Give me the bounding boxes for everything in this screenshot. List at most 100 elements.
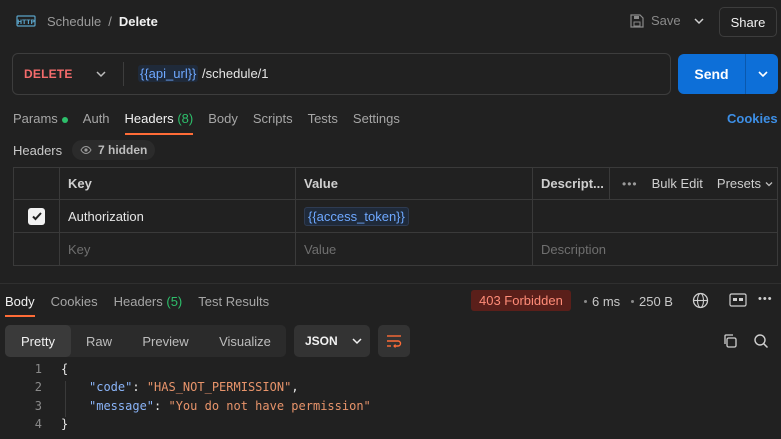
response-time[interactable]: 6 ms: [592, 294, 620, 309]
url-input[interactable]: {{api_url}} /schedule/1: [138, 65, 269, 82]
column-value: Value: [296, 168, 533, 200]
request-name[interactable]: Delete: [119, 14, 158, 29]
response-body-viewer[interactable]: 1 { 2 "code": "HAS_NOT_PERMISSION", 3 "m…: [0, 362, 781, 439]
language-label: JSON: [305, 334, 338, 348]
cookies-link[interactable]: Cookies: [727, 111, 778, 126]
response-headers-count: (5): [166, 294, 183, 309]
svg-text:HTTP: HTTP: [17, 19, 35, 26]
response-tabs: Body Cookies Headers (5) Test Results: [5, 294, 285, 317]
bulk-edit-button[interactable]: Bulk Edit: [652, 176, 703, 191]
send-divider: [745, 54, 746, 94]
json-key: "code": [89, 380, 133, 394]
response-tab-body[interactable]: Body: [5, 294, 35, 317]
format-visualize[interactable]: Visualize: [204, 325, 286, 357]
url-divider: [123, 62, 124, 86]
header-value-cell[interactable]: {{access_token}}: [296, 200, 533, 233]
wrap-icon: [387, 335, 402, 348]
checkmark-icon: [31, 212, 42, 221]
code-line: }: [61, 417, 69, 431]
body-format-group: Pretty Raw Preview Visualize: [5, 325, 286, 357]
url-variable[interactable]: {{api_url}}: [138, 65, 199, 82]
presets-dropdown[interactable]: Presets: [717, 176, 761, 191]
send-button[interactable]: Send: [678, 54, 745, 94]
language-select[interactable]: JSON: [294, 325, 370, 357]
response-tab-headers[interactable]: Headers (5): [114, 294, 183, 309]
json-comma: ,: [291, 380, 299, 394]
presets-label: Presets: [716, 176, 761, 191]
line-number: 1: [34, 362, 42, 376]
response-tab-cookies[interactable]: Cookies: [51, 294, 98, 309]
tab-tests[interactable]: Tests: [308, 111, 338, 126]
tab-params[interactable]: Params: [13, 111, 68, 126]
chevron-down-icon[interactable]: [756, 67, 770, 81]
tab-headers-label: Headers: [124, 111, 174, 126]
table-row-check: [14, 233, 60, 265]
json-key: "message": [89, 399, 155, 413]
header-key-cell[interactable]: Authorization: [60, 200, 296, 233]
chevron-down-icon[interactable]: [692, 14, 706, 28]
more-options-icon[interactable]: •••: [758, 293, 773, 305]
code-line: "message": "You do not have permission": [89, 399, 371, 413]
breadcrumb: Schedule / Delete: [47, 14, 158, 29]
tab-body[interactable]: Body: [208, 111, 238, 126]
header-enabled-checkbox[interactable]: [28, 207, 45, 225]
new-description-input[interactable]: Description: [533, 233, 777, 265]
line-number: 3: [34, 399, 42, 413]
tab-headers-count: (8): [177, 111, 194, 126]
headers-section-label: Headers: [13, 143, 63, 158]
json-string: "HAS_NOT_PERMISSION": [146, 380, 292, 394]
params-active-dot: [61, 116, 68, 123]
send-button-group: Send: [678, 54, 778, 94]
chevron-down-icon[interactable]: [95, 68, 107, 80]
tab-scripts[interactable]: Scripts: [253, 111, 293, 126]
status-badge[interactable]: 403 Forbidden: [471, 290, 571, 311]
format-pretty[interactable]: Pretty: [5, 325, 71, 357]
headers-table: Key Value Descript... ••• Bulk Edit Pres…: [13, 167, 778, 266]
response-size[interactable]: 250 B: [639, 294, 673, 309]
tab-settings[interactable]: Settings: [353, 111, 400, 126]
copy-icon[interactable]: [722, 333, 738, 349]
wrap-lines-button[interactable]: [378, 325, 410, 357]
request-tabs: Params Auth Headers (8) Body Scripts Tes…: [13, 111, 415, 135]
response-divider[interactable]: [0, 283, 781, 284]
new-value-input[interactable]: Value: [296, 233, 533, 265]
share-button[interactable]: Share: [719, 7, 777, 37]
meta-separator: [584, 300, 587, 303]
url-bar: [12, 53, 671, 95]
chevron-down-icon: [352, 338, 362, 345]
code-line: {: [61, 362, 69, 376]
save-example-icon[interactable]: [729, 293, 747, 307]
tab-headers[interactable]: Headers (8): [124, 111, 194, 135]
save-button[interactable]: Save: [630, 13, 681, 28]
more-options-icon[interactable]: •••: [622, 177, 638, 191]
hidden-count: 7 hidden: [98, 143, 148, 157]
table-header-check: [14, 168, 60, 200]
save-label: Save: [651, 13, 681, 28]
new-key-input[interactable]: Key: [60, 233, 296, 265]
tab-auth[interactable]: Auth: [83, 111, 110, 126]
globe-icon[interactable]: [692, 292, 709, 309]
line-number: 4: [34, 417, 42, 431]
table-actions: ••• Bulk Edit Presets: [610, 168, 777, 200]
breadcrumb-separator: /: [108, 14, 112, 29]
search-icon[interactable]: [753, 333, 769, 349]
response-tab-test-results[interactable]: Test Results: [198, 294, 269, 309]
column-description: Descript...: [533, 168, 610, 200]
column-key: Key: [60, 168, 296, 200]
json-string: "You do not have permission": [168, 399, 371, 413]
http-request-icon: HTTP: [16, 15, 36, 27]
hidden-headers-toggle[interactable]: 7 hidden: [72, 140, 156, 160]
line-number: 2: [34, 380, 42, 394]
code-line: "code": "HAS_NOT_PERMISSION",: [89, 380, 299, 394]
access-token-variable[interactable]: {{access_token}}: [304, 206, 409, 226]
chevron-down-icon[interactable]: [764, 179, 774, 189]
method-select[interactable]: DELETE: [24, 67, 73, 81]
save-icon: [630, 13, 644, 28]
header-description-cell[interactable]: [533, 200, 777, 233]
table-row-check: [14, 200, 60, 233]
breadcrumb-collection[interactable]: Schedule: [47, 14, 101, 29]
format-preview[interactable]: Preview: [127, 325, 204, 357]
meta-separator: [631, 300, 634, 303]
response-tab-headers-label: Headers: [113, 294, 163, 309]
format-raw[interactable]: Raw: [71, 325, 127, 357]
